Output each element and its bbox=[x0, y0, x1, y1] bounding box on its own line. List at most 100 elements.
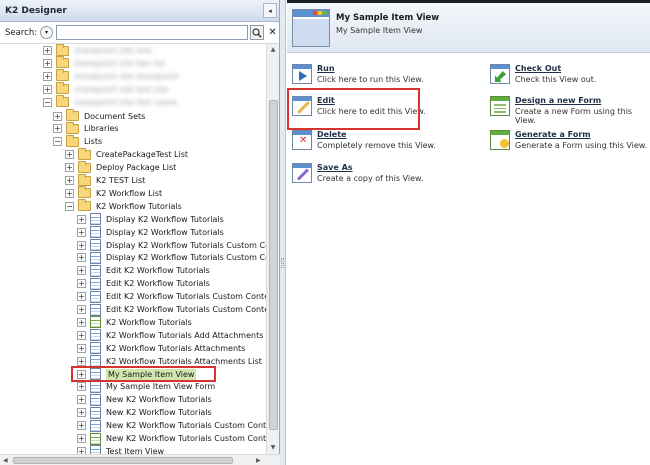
action-text: Run Click here to run this View. bbox=[317, 64, 424, 84]
expand-icon[interactable]: + bbox=[77, 343, 86, 353]
tree-item[interactable]: + Document Sets bbox=[53, 109, 145, 123]
expand-icon[interactable]: + bbox=[43, 84, 52, 94]
clear-search-button[interactable]: ✕ bbox=[266, 25, 279, 40]
tree-item[interactable]: + New K2 Workflow Tutorials Custom Conten… bbox=[77, 432, 266, 445]
collapse-panel-button[interactable]: ◂ bbox=[263, 3, 277, 18]
scroll-up-icon[interactable]: ▲ bbox=[267, 44, 279, 56]
tree-item[interactable]: + K2 Workflow Tutorials Add Attachments bbox=[77, 329, 263, 342]
expand-icon[interactable]: + bbox=[77, 279, 86, 289]
tree-item[interactable]: + My Sample Item View Form bbox=[77, 380, 215, 393]
expand-icon[interactable]: + bbox=[43, 71, 52, 81]
expand-icon[interactable]: + bbox=[53, 111, 62, 121]
expand-icon[interactable]: − bbox=[53, 137, 62, 147]
object-tree: + sharepoint site one + sharepoint site two… bbox=[0, 44, 266, 454]
action-title[interactable]: Generate a Form bbox=[515, 130, 647, 139]
scroll-thumb-horizontal[interactable] bbox=[13, 457, 233, 464]
save-as-action[interactable]: Save As Create a copy of this View. bbox=[292, 163, 423, 183]
action-description: Create a copy of this View. bbox=[317, 174, 424, 183]
expand-icon[interactable]: + bbox=[77, 214, 86, 224]
tree-item[interactable]: + Edit K2 Workflow Tutorials bbox=[77, 277, 210, 290]
check-out-action[interactable]: Check Out Check this View out. bbox=[490, 64, 596, 84]
tree-site-item[interactable]: − sharepoint site test name bbox=[43, 95, 177, 109]
view-icon bbox=[90, 277, 101, 290]
tree-item[interactable]: + Display K2 Workflow Tutorials Custom Co… bbox=[77, 239, 266, 252]
delete-action[interactable]: Delete Completely remove this View. bbox=[292, 130, 436, 150]
expand-icon[interactable]: + bbox=[77, 434, 86, 443]
design-form-action[interactable]: Design a new Form Create a new Form using… bbox=[490, 96, 650, 125]
tree-item[interactable]: + Display K2 Workflow Tutorials Custom Co… bbox=[77, 251, 266, 264]
expand-icon[interactable]: + bbox=[77, 266, 86, 276]
tree-item[interactable]: + K2 Workflow List bbox=[65, 186, 162, 200]
tree-vertical-scrollbar[interactable]: ▲ ▼ bbox=[266, 44, 279, 454]
expand-icon[interactable]: + bbox=[77, 292, 86, 302]
expand-icon[interactable]: + bbox=[65, 150, 74, 160]
expand-icon[interactable]: + bbox=[65, 163, 74, 173]
check-out-icon[interactable] bbox=[490, 64, 510, 84]
tree-item[interactable]: + K2 Workflow Tutorials Attachments bbox=[77, 342, 245, 355]
tree-item[interactable]: + Edit K2 Workflow Tutorials Custom Conte… bbox=[77, 303, 266, 316]
scroll-left-icon[interactable]: ◀ bbox=[3, 455, 8, 465]
expand-icon[interactable]: + bbox=[77, 421, 86, 431]
view-icon bbox=[90, 342, 101, 355]
expand-icon[interactable]: − bbox=[43, 97, 52, 107]
save-as-icon[interactable] bbox=[292, 163, 312, 183]
expand-icon[interactable]: + bbox=[77, 408, 86, 418]
expand-icon[interactable]: + bbox=[77, 227, 86, 237]
generate-form-icon[interactable] bbox=[490, 130, 510, 150]
delete-icon[interactable] bbox=[292, 130, 312, 150]
tree-item[interactable]: + K2 Workflow Tutorials bbox=[77, 316, 192, 329]
expand-icon[interactable]: + bbox=[77, 395, 86, 405]
tree-item[interactable]: + Deploy Package List bbox=[65, 160, 176, 174]
action-title[interactable]: Delete bbox=[317, 130, 436, 139]
tree-site-item[interactable]: + sharepoint site sharepoint bbox=[43, 69, 179, 83]
expand-icon[interactable]: + bbox=[65, 176, 74, 185]
action-title[interactable]: Save As bbox=[317, 163, 423, 172]
tree-item[interactable]: + New K2 Workflow Tutorials Custom Conten… bbox=[77, 419, 266, 432]
run-icon[interactable] bbox=[292, 64, 312, 84]
view-icon bbox=[90, 393, 101, 406]
expand-icon[interactable]: + bbox=[77, 305, 86, 314]
tree-item[interactable]: − K2 Workflow Tutorials bbox=[65, 199, 182, 213]
expand-icon[interactable]: + bbox=[77, 240, 86, 250]
tree-horizontal-scrollbar[interactable]: ◀ ▶ bbox=[0, 454, 280, 465]
tree-item[interactable]: − Lists bbox=[53, 134, 102, 148]
tree-site-item[interactable]: + sharepoint site one bbox=[43, 44, 151, 57]
expand-icon[interactable]: + bbox=[77, 330, 86, 340]
expand-icon[interactable]: + bbox=[43, 46, 52, 55]
tree-site-item[interactable]: + sharepoint site two list bbox=[43, 56, 165, 70]
search-options-dropdown[interactable]: ▾ bbox=[40, 26, 53, 39]
tree-item[interactable]: + K2 TEST List bbox=[65, 173, 145, 187]
panel-splitter[interactable] bbox=[280, 0, 286, 465]
tree-item[interactable]: + New K2 Workflow Tutorials bbox=[77, 393, 212, 406]
scroll-right-icon[interactable]: ▶ bbox=[256, 455, 261, 465]
tree-item[interactable]: + New K2 Workflow Tutorials bbox=[77, 406, 212, 419]
tree-item[interactable]: + Edit K2 Workflow Tutorials Custom Conte… bbox=[77, 290, 266, 303]
search-button[interactable] bbox=[250, 25, 265, 40]
action-title[interactable]: Design a new Form bbox=[515, 96, 650, 105]
expand-icon[interactable]: + bbox=[77, 446, 86, 454]
expand-icon[interactable]: + bbox=[77, 253, 86, 263]
expand-icon[interactable]: + bbox=[53, 124, 62, 134]
expand-icon[interactable]: + bbox=[65, 188, 74, 198]
tree-item[interactable]: + CreatePackageTest List bbox=[65, 147, 188, 161]
tree-item[interactable]: + Libraries bbox=[53, 121, 119, 135]
expand-icon[interactable]: + bbox=[77, 356, 86, 366]
generate-form-action[interactable]: Generate a Form Generate a Form using thi… bbox=[490, 130, 647, 150]
search-input[interactable] bbox=[55, 25, 249, 40]
tree-item[interactable]: + Display K2 Workflow Tutorials bbox=[77, 226, 224, 239]
expand-icon[interactable]: − bbox=[65, 201, 74, 211]
tree-item[interactable]: + Edit K2 Workflow Tutorials bbox=[77, 264, 210, 277]
scroll-down-icon[interactable]: ▼ bbox=[267, 442, 279, 454]
expand-icon[interactable]: + bbox=[77, 317, 86, 327]
run-action[interactable]: Run Click here to run this View. bbox=[292, 64, 424, 84]
tree-item[interactable]: + Display K2 Workflow Tutorials bbox=[77, 213, 224, 226]
design-form-icon[interactable] bbox=[490, 96, 510, 116]
scroll-thumb[interactable] bbox=[269, 100, 278, 430]
action-title[interactable]: Check Out bbox=[515, 64, 596, 73]
expand-icon[interactable]: + bbox=[43, 58, 52, 68]
tree-site-item[interactable]: + sharepoint site test site bbox=[43, 82, 168, 96]
expand-icon[interactable]: + bbox=[77, 382, 86, 392]
folder-icon bbox=[78, 186, 91, 199]
tree-item[interactable]: + Test Item View bbox=[77, 445, 164, 454]
action-title[interactable]: Run bbox=[317, 64, 424, 73]
